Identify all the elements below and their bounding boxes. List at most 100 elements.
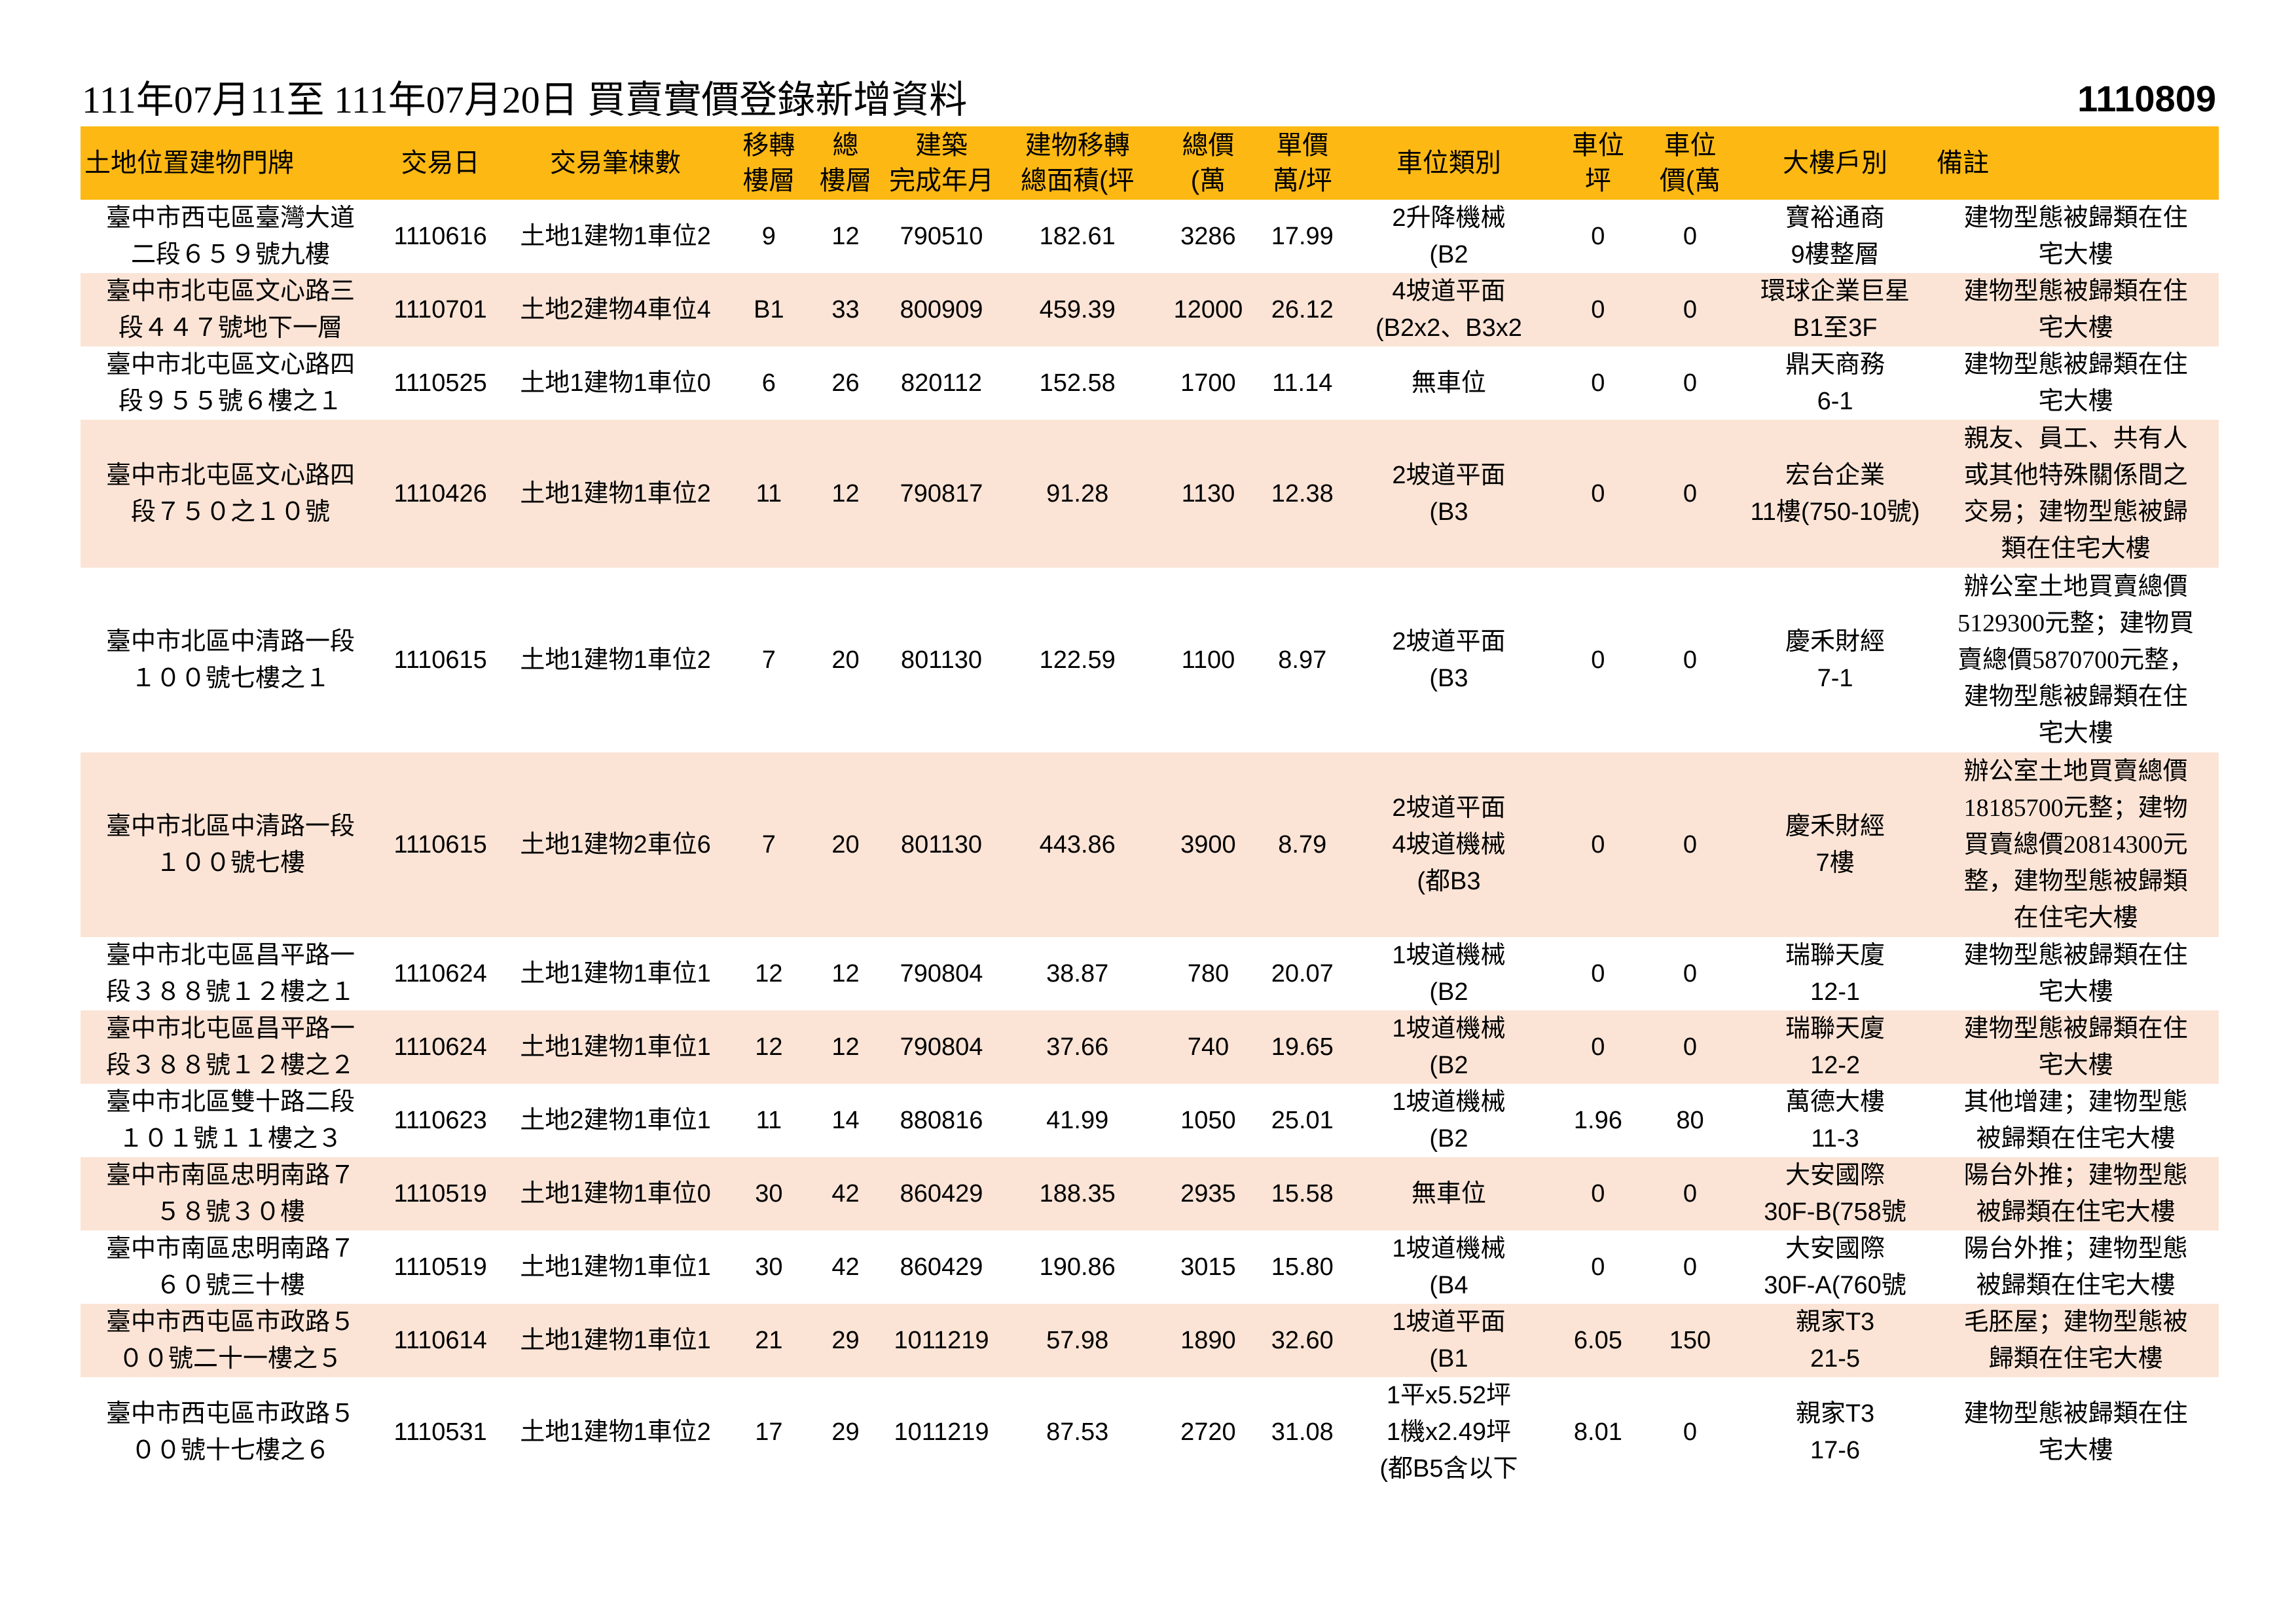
cell-total-price: 1700	[1180, 369, 1236, 397]
table-row: 臺中市北屯區文心路四 段９５５號６樓之１ 1110525 土地1建物1車位0 6 26 8…	[81, 346, 2219, 420]
cell-notes: 陽台外推；建物型態 被歸類在住宅大樓	[1963, 1162, 2188, 1226]
cell-notes: 其他增建；建物型態 被歸類在住宅大樓	[1963, 1088, 2188, 1153]
cell-building-area: 190.86	[1039, 1253, 1116, 1281]
cell-building-unit: 大安國際 30F-A(760號	[1764, 1235, 1906, 1299]
cell-notes: 建物型態被歸類在住 宅大樓	[1963, 204, 2188, 268]
cell-completion-date: 790510	[900, 223, 983, 250]
cell-transfer-floor: 11	[756, 1107, 782, 1134]
cell-parking-type: 無車位	[1411, 369, 1486, 397]
table-row: 臺中市西屯區市政路５ ００號十七樓之６ 1110531 土地1建物1車位2 17 29 1…	[81, 1377, 2219, 1487]
column-header-parking-price: 車位 價(萬	[1659, 131, 1721, 195]
cell-building-unit: 寶裕通商 9樓整層	[1785, 204, 1886, 268]
cell-transfer-floor: 9	[761, 223, 776, 250]
cell-total-floors: 12	[831, 223, 860, 250]
cell-completion-date: 860429	[900, 1180, 983, 1208]
cell-trade-count: 土地1建物1車位2	[520, 223, 711, 250]
cell-building-unit: 鼎天商務 6-1	[1785, 351, 1886, 415]
cell-parking-area: 0	[1591, 296, 1605, 323]
cell-transfer-floor: 12	[755, 1033, 783, 1061]
cell-total-price: 3015	[1180, 1253, 1236, 1281]
cell-parking-price: 0	[1683, 646, 1698, 674]
table-row: 臺中市西屯區臺灣大道 二段６５９號九樓 1110616 土地1建物1車位2 9 12 79…	[81, 200, 2219, 273]
cell-building-unit: 親家T3 21-5	[1795, 1308, 1875, 1373]
cell-building-area: 182.61	[1039, 223, 1116, 250]
cell-address: 臺中市西屯區臺灣大道 二段６５９號九樓	[106, 204, 355, 268]
document-number: 1110809	[2077, 78, 2216, 119]
cell-transfer-floor: 7	[761, 831, 776, 858]
cell-trade-date: 1110624	[393, 960, 487, 987]
cell-parking-area: 0	[1591, 831, 1605, 858]
cell-trade-date: 1110531	[393, 1418, 487, 1446]
table-row: 臺中市北區中清路一段 １００號七樓 1110615 土地1建物2車位6 7 20 8011…	[81, 752, 2219, 937]
cell-trade-date: 1110615	[393, 646, 487, 674]
cell-parking-area: 0	[1591, 1253, 1605, 1281]
cell-parking-price: 0	[1683, 1418, 1698, 1446]
cell-total-floors: 20	[831, 646, 860, 674]
cell-transfer-floor: 7	[761, 646, 776, 674]
cell-notes: 建物型態被歸類在住 宅大樓	[1963, 278, 2188, 342]
cell-unit-price: 19.65	[1271, 1033, 1334, 1061]
cell-total-price: 1100	[1181, 646, 1235, 674]
cell-transfer-floor: 30	[755, 1180, 783, 1208]
cell-building-unit: 親家T3 17-6	[1795, 1400, 1875, 1464]
cell-trade-date: 1110519	[393, 1253, 487, 1281]
cell-parking-price: 0	[1683, 223, 1698, 250]
cell-parking-area: 1.96	[1573, 1107, 1622, 1134]
column-header-trade-date: 交易日	[401, 149, 480, 177]
cell-parking-price: 0	[1683, 831, 1698, 858]
cell-parking-area: 0	[1591, 646, 1605, 674]
cell-total-price: 3286	[1180, 223, 1236, 250]
cell-trade-count: 土地1建物1車位2	[520, 1418, 711, 1446]
cell-parking-price: 80	[1676, 1107, 1704, 1134]
column-header-unit-price: 單價 萬/坪	[1272, 131, 1332, 195]
cell-completion-date: 860429	[900, 1253, 983, 1281]
column-header-parking-area: 車位 坪	[1571, 131, 1624, 195]
cell-total-floors: 12	[831, 1033, 860, 1061]
cell-parking-type: 1坡道機械 (B2	[1392, 1015, 1506, 1079]
cell-building-unit: 宏台企業 11樓(750-10號)	[1750, 462, 1920, 526]
cell-total-floors: 12	[831, 480, 860, 507]
cell-building-area: 41.99	[1046, 1107, 1109, 1134]
cell-notes: 辦公室土地買賣總價 5129300元整；建物買 賣總價5870700元整， 建物…	[1958, 573, 2195, 747]
column-header-total-floors: 總 樓層	[819, 131, 872, 195]
cell-total-floors: 42	[831, 1180, 860, 1208]
table-row: 臺中市西屯區市政路５ ００號二十一樓之５ 1110614 土地1建物1車位1 21 29…	[81, 1304, 2219, 1377]
cell-parking-type: 1坡道機械 (B4	[1392, 1235, 1506, 1299]
cell-unit-price: 11.14	[1272, 369, 1333, 397]
cell-building-unit: 慶禾財經 7樓	[1785, 813, 1886, 877]
table-row: 臺中市北屯區文心路三 段４４７號地下一層 1110701 土地2建物4車位4 B1 33…	[81, 273, 2219, 346]
cell-address: 臺中市北屯區昌平路一 段３８８號１２樓之１	[106, 942, 355, 1006]
cell-completion-date: 800909	[900, 296, 983, 323]
column-header-notes: 備註	[1937, 149, 1990, 177]
cell-parking-area: 0	[1591, 223, 1605, 250]
cell-notes: 建物型態被歸類在住 宅大樓	[1963, 1400, 2188, 1464]
cell-total-price: 12000	[1173, 296, 1243, 323]
cell-parking-area: 0	[1591, 1180, 1605, 1208]
cell-unit-price: 12.38	[1271, 480, 1334, 507]
cell-notes: 親友、員工、共有人 或其他特殊關係間之 交易；建物型態被歸 類在住宅大樓	[1963, 425, 2188, 563]
table-row: 臺中市北屯區昌平路一 段３８８號１２樓之２ 1110624 土地1建物1車位1 12 1…	[81, 1010, 2219, 1084]
cell-completion-date: 790804	[900, 1033, 983, 1061]
cell-unit-price: 15.80	[1271, 1253, 1334, 1281]
cell-completion-date: 790804	[900, 960, 983, 987]
cell-trade-date: 1110519	[393, 1180, 487, 1208]
cell-completion-date: 1011219	[894, 1418, 989, 1446]
cell-total-floors: 20	[831, 831, 860, 858]
cell-building-unit: 瑞聯天廈 12-1	[1785, 942, 1886, 1006]
column-header-building-unit: 大樓戶別	[1783, 149, 1888, 177]
cell-notes: 建物型態被歸類在住 宅大樓	[1963, 351, 2188, 415]
cell-transfer-floor: 17	[755, 1418, 783, 1446]
cell-notes: 陽台外推；建物型態 被歸類在住宅大樓	[1963, 1235, 2188, 1299]
cell-building-area: 87.53	[1046, 1418, 1109, 1446]
cell-parking-area: 0	[1591, 480, 1605, 507]
column-header-trade-count: 交易筆棟數	[550, 149, 682, 177]
cell-transfer-floor: B1	[754, 296, 784, 323]
cell-trade-count: 土地1建物1車位0	[520, 369, 711, 397]
cell-parking-type: 2坡道平面 4坡道機械 (都B3	[1392, 794, 1506, 895]
cell-building-unit: 大安國際 30F-B(758號	[1764, 1162, 1906, 1226]
cell-trade-count: 土地2建物4車位4	[520, 296, 711, 323]
cell-unit-price: 17.99	[1271, 223, 1334, 250]
cell-address: 臺中市西屯區市政路５ ００號十七樓之６	[106, 1400, 355, 1464]
cell-parking-type: 2坡道平面 (B3	[1392, 628, 1506, 692]
cell-address: 臺中市南區忠明南路７ ５８號３０樓	[106, 1162, 355, 1226]
